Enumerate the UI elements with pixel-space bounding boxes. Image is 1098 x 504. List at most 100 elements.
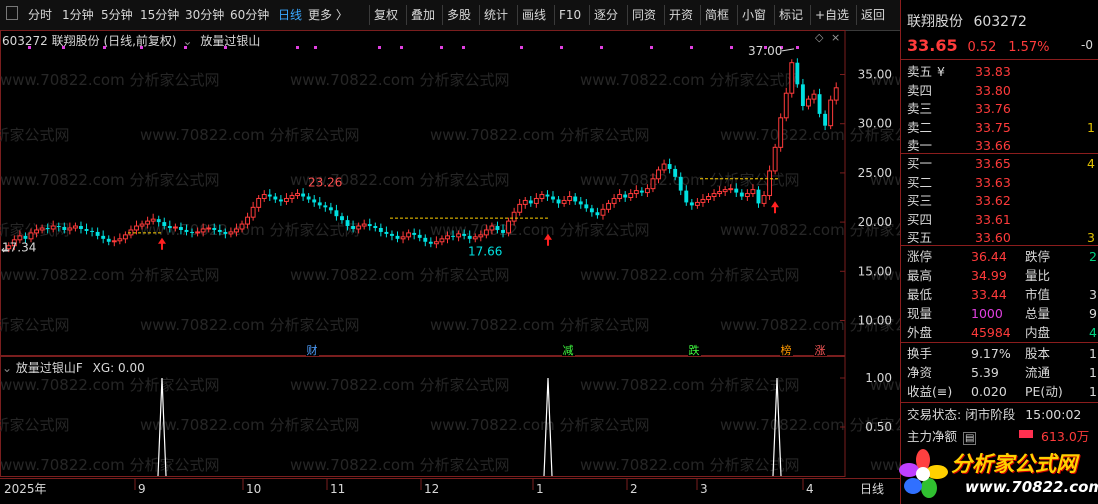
- ask-row[interactable]: 卖二 33.75 1: [901, 118, 1098, 137]
- candle-body[interactable]: [756, 189, 761, 204]
- toolbar-button[interactable]: +自选: [815, 7, 849, 23]
- candle-body[interactable]: [206, 227, 212, 230]
- candle-body[interactable]: [483, 229, 489, 236]
- candle-body[interactable]: [445, 235, 450, 240]
- event-badge[interactable]: 财: [307, 343, 318, 357]
- candle-body[interactable]: [117, 238, 123, 242]
- candle-body[interactable]: [72, 225, 78, 229]
- candle-body[interactable]: [828, 99, 834, 127]
- toolbar-button[interactable]: 复权: [374, 7, 398, 23]
- candle-body[interactable]: [278, 199, 283, 202]
- candle-body[interactable]: [111, 240, 117, 243]
- event-badge[interactable]: 榜: [781, 343, 792, 357]
- candle-body[interactable]: [678, 176, 683, 191]
- candle-body[interactable]: [95, 231, 100, 236]
- candle-body[interactable]: [340, 216, 344, 221]
- candle-body[interactable]: [761, 195, 767, 204]
- period-tab[interactable]: 30分钟: [185, 7, 224, 23]
- candle-body[interactable]: [395, 235, 400, 239]
- candle-body[interactable]: [556, 199, 561, 204]
- toolbar-button[interactable]: 开资: [669, 7, 693, 23]
- candle-body[interactable]: [256, 197, 262, 208]
- bid-row[interactable]: 买二 33.63: [901, 173, 1098, 192]
- candle-body[interactable]: [600, 208, 606, 216]
- candle-body[interactable]: [162, 222, 167, 227]
- candle-body[interactable]: [467, 235, 472, 239]
- candle-body[interactable]: [806, 98, 811, 107]
- toolbar-button[interactable]: 同资: [632, 7, 656, 23]
- period-label[interactable]: 日线: [860, 482, 884, 496]
- candle-body[interactable]: [644, 188, 650, 194]
- candle-body[interactable]: [317, 202, 322, 206]
- bid-row[interactable]: 买三 33.62: [901, 191, 1098, 210]
- candle-body[interactable]: [462, 233, 467, 236]
- candle-body[interactable]: [623, 194, 628, 198]
- candle-body[interactable]: [122, 234, 128, 240]
- candle-body[interactable]: [595, 212, 600, 216]
- toolbar-button[interactable]: F10: [559, 7, 581, 23]
- candle-body[interactable]: [378, 228, 383, 232]
- candle-body[interactable]: [245, 216, 251, 225]
- event-badge[interactable]: 减: [563, 344, 574, 357]
- candle-body[interactable]: [312, 199, 317, 203]
- candle-body[interactable]: [706, 196, 711, 200]
- bid-row[interactable]: 买一 33.65 4: [901, 154, 1098, 173]
- candle-body[interactable]: [694, 201, 700, 206]
- candle-body[interactable]: [667, 164, 672, 169]
- period-tab[interactable]: 15分钟: [140, 7, 179, 23]
- candle-body[interactable]: [423, 237, 428, 242]
- candle-body[interactable]: [517, 203, 523, 213]
- kline-chart[interactable]: www.70822.com 分析家公式网 www.70822.com 分析家公式网…: [0, 30, 900, 504]
- candle-body[interactable]: [90, 230, 95, 232]
- candle-body[interactable]: [783, 92, 789, 119]
- candle-body[interactable]: [139, 223, 145, 227]
- candle-body[interactable]: [106, 238, 111, 242]
- candle-body[interactable]: [45, 228, 50, 229]
- candle-body[interactable]: [101, 235, 106, 239]
- candle-body[interactable]: [295, 193, 300, 197]
- candle-body[interactable]: [145, 220, 151, 225]
- candle-body[interactable]: [661, 163, 667, 171]
- candle-body[interactable]: [345, 220, 350, 227]
- period-tab[interactable]: 分时: [28, 7, 52, 23]
- candle-body[interactable]: [273, 196, 278, 200]
- candle-body[interactable]: [456, 233, 462, 238]
- candle-body[interactable]: [744, 193, 750, 198]
- candle-body[interactable]: [417, 234, 422, 238]
- candle-body[interactable]: [495, 226, 500, 230]
- candle-body[interactable]: [628, 193, 634, 198]
- candle-body[interactable]: [334, 210, 339, 217]
- ask-row[interactable]: 卖五 ¥33.83: [901, 62, 1098, 81]
- candle-body[interactable]: [823, 113, 828, 126]
- candle-body[interactable]: [767, 170, 773, 197]
- toolbar-button[interactable]: 逐分: [594, 7, 618, 23]
- candle-body[interactable]: [800, 84, 805, 106]
- candle-body[interactable]: [522, 199, 528, 205]
- candle-body[interactable]: [611, 197, 617, 204]
- candle-body[interactable]: [62, 227, 67, 230]
- candle-body[interactable]: [400, 236, 406, 240]
- event-badge[interactable]: 跌: [689, 343, 700, 357]
- ask-row[interactable]: 卖四 33.80: [901, 81, 1098, 100]
- candle-body[interactable]: [67, 227, 73, 231]
- candle-body[interactable]: [750, 189, 756, 195]
- period-tab[interactable]: 1分钟: [62, 7, 94, 23]
- candle-body[interactable]: [261, 194, 267, 199]
- toolbar-button[interactable]: 统计: [484, 7, 508, 23]
- diamond-icon[interactable]: ◇: [815, 31, 824, 44]
- candle-body[interactable]: [351, 226, 356, 229]
- candle-body[interactable]: [689, 202, 694, 206]
- toolbar-button[interactable]: 画线: [522, 7, 546, 23]
- candle-body[interactable]: [717, 191, 723, 195]
- candle-body[interactable]: [367, 224, 372, 227]
- indicator-name[interactable]: 放量过银山: [200, 34, 260, 48]
- close-icon[interactable]: ×: [831, 31, 840, 44]
- candle-body[interactable]: [561, 199, 567, 204]
- candle-body[interactable]: [17, 235, 23, 241]
- candle-body[interactable]: [178, 227, 183, 230]
- candle-body[interactable]: [167, 226, 172, 228]
- candle-body[interactable]: [234, 228, 239, 233]
- candle-body[interactable]: [656, 169, 661, 180]
- candle-body[interactable]: [23, 235, 28, 239]
- candle-body[interactable]: [150, 218, 156, 222]
